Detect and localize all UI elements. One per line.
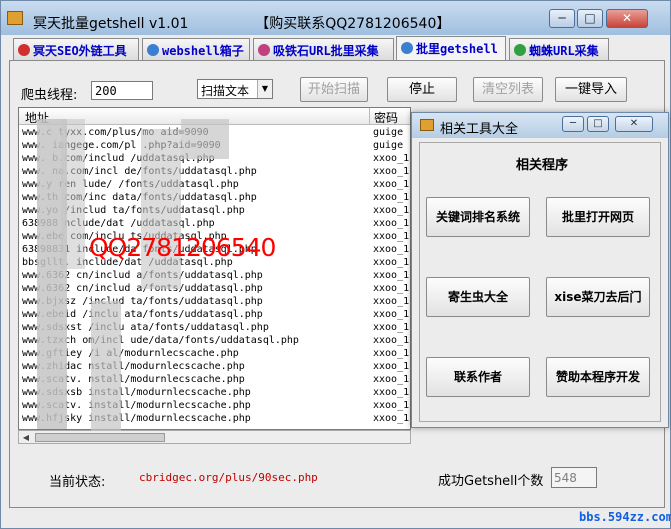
import-button[interactable]: 一键导入 (555, 77, 627, 102)
tools-popup-window: 相关工具大全 ─ □ ✕ 相关程序 关键词排名系统 批里打开网页 寄生虫大全 x… (411, 112, 669, 428)
main-window: 冥天批量getshell v1.01 【购买联系QQ2781206540】 ─ … (0, 0, 671, 529)
scroll-thumb[interactable] (35, 433, 165, 442)
qq-watermark: QQ2781206540 (89, 233, 276, 262)
row-password: xxoo_1 (373, 413, 410, 424)
tab-seo-links[interactable]: 冥天SEO外链工具 (13, 38, 139, 60)
tab-magnet-url[interactable]: 吸铁石URL批里采集 (253, 38, 394, 60)
status-url: cbridgec.org/plus/90sec.php (139, 471, 318, 484)
minimize-button[interactable]: ─ (549, 9, 575, 28)
clear-list-button[interactable]: 清空列表 (473, 77, 543, 102)
parasite-collection-button[interactable]: 寄生虫大全 (426, 277, 530, 317)
mode-select[interactable]: 扫描文本 ▼ (197, 79, 273, 99)
row-password: xxoo_1 (373, 322, 410, 333)
row-password: guige (373, 127, 404, 138)
table-row[interactable]: www.tzxch om/incl ude/data/fonts/uddatas… (19, 334, 410, 347)
window-title: 冥天批量getshell v1.01 【购买联系QQ2781206540】 (33, 13, 450, 33)
tab-label: 批里getshell (416, 42, 498, 56)
table-row[interactable]: www.zhidac nstall/modurnlecscache.php xxo… (19, 360, 410, 373)
getshell-count-field: 548 (551, 467, 597, 488)
tab-spider-url[interactable]: 蜘蛛URL采集 (509, 38, 609, 60)
blur-mask (91, 301, 121, 431)
table-row[interactable]: www.sdsxst /inclu ata/fonts/uddatasql.ph… (19, 321, 410, 334)
table-row[interactable]: www.ebeid /inclu ata/fonts/uddatasql.php… (19, 308, 410, 321)
site-watermark: bbs.594zz.com (579, 510, 671, 524)
popup-close-button[interactable]: ✕ (615, 116, 653, 132)
popup-title: 相关工具大全 (440, 122, 519, 137)
row-password: xxoo_1 (373, 335, 410, 346)
mode-select-value: 扫描文本 (201, 84, 250, 98)
popup-title-bar: 相关工具大全 ─ □ ✕ (412, 113, 668, 138)
tab-icon (258, 44, 270, 56)
popup-maximize-button[interactable]: □ (587, 116, 609, 132)
title-bar: 冥天批量getshell v1.01 【购买联系QQ2781206540】 ─ … (1, 1, 670, 35)
row-password: xxoo_1 (373, 361, 410, 372)
table-row[interactable]: www.scatv. nstall/modurnlecscache.php xxo… (19, 373, 410, 386)
row-password: xxoo_1 (373, 166, 410, 177)
row-password: xxoo_1 (373, 244, 410, 255)
table-row[interactable]: www.sdsxsb install/modurnlecscache.php xx… (19, 386, 410, 399)
keyword-ranking-button[interactable]: 关键词排名系统 (426, 197, 530, 237)
start-scan-button[interactable]: 开始扫描 (300, 77, 368, 102)
row-password: xxoo_1 (373, 231, 410, 242)
batch-open-pages-button[interactable]: 批里打开网页 (546, 197, 650, 237)
tab-icon (514, 44, 526, 56)
contact-text: 【购买联系QQ2781206540】 (255, 16, 451, 32)
row-password: xxoo_1 (373, 153, 410, 164)
row-password: xxoo_1 (373, 387, 410, 398)
xise-backdoor-remove-button[interactable]: xise菜刀去后门 (546, 277, 650, 317)
row-password: xxoo_1 (373, 348, 410, 359)
contact-author-button[interactable]: 联系作者 (426, 357, 530, 397)
row-password: xxoo_1 (373, 179, 410, 190)
blur-mask (61, 119, 85, 269)
status-label: 当前状态: (49, 475, 106, 490)
close-button[interactable]: ✕ (606, 9, 648, 28)
row-password: xxoo_1 (373, 400, 410, 411)
scroll-left-icon[interactable]: ◀ (20, 432, 32, 443)
column-header-password[interactable]: 密码 (374, 109, 398, 126)
tab-batch-getshell[interactable]: 批里getshell (396, 36, 506, 61)
table-row[interactable]: www.scatv. install/modurnlecscache.php xx… (19, 399, 410, 412)
tab-label: 蜘蛛URL采集 (529, 44, 599, 58)
table-row[interactable]: www.6362 cn/includ a/fonts/uddatasql.php… (19, 282, 410, 295)
column-divider[interactable] (369, 108, 370, 125)
table-row[interactable]: www.6362 cn/includ a/fonts/uddatasql.php… (19, 269, 410, 282)
app-icon (7, 11, 23, 25)
row-password: xxoo_1 (373, 296, 410, 307)
row-password: xxoo_1 (373, 283, 410, 294)
tab-icon (18, 44, 30, 56)
tab-label: 吸铁石URL批里采集 (273, 44, 379, 58)
getshell-count-label: 成功Getshell个数 (438, 474, 544, 489)
table-row[interactable]: www.bjxsz /includ ta/fonts/uddatasql.php… (19, 295, 410, 308)
threads-input[interactable]: 200 (91, 81, 153, 100)
tab-icon (147, 44, 159, 56)
row-password: xxoo_1 (373, 218, 410, 229)
app-title: 冥天批量getshell v1.01 (33, 16, 189, 32)
tab-label: webshell箱子 (162, 44, 244, 58)
tab-webshell-box[interactable]: webshell箱子 (142, 38, 250, 60)
maximize-button[interactable]: □ (577, 9, 603, 28)
row-password: xxoo_1 (373, 374, 410, 385)
sponsor-button[interactable]: 赞助本程序开发 (546, 357, 650, 397)
row-password: xxoo_1 (373, 257, 410, 268)
row-password: xxoo_1 (373, 205, 410, 216)
stop-button[interactable]: 停止 (387, 77, 457, 102)
blur-mask (181, 119, 229, 159)
blur-mask (141, 129, 181, 289)
table-row[interactable]: www.gftiey /i al/modurnlecscache.php xxoo… (19, 347, 410, 360)
row-password: xxoo_1 (373, 270, 410, 281)
horizontal-scrollbar[interactable]: ◀ (18, 430, 411, 444)
row-password: guige (373, 140, 404, 151)
row-password: xxoo_1 (373, 192, 410, 203)
crown-icon (420, 119, 434, 131)
table-row[interactable]: www.hfjsky install/modurnlecscache.php xx… (19, 412, 410, 425)
tab-icon (401, 42, 413, 54)
group-title: 相关程序 (516, 158, 569, 173)
row-password: xxoo_1 (373, 309, 410, 320)
threads-label: 爬虫线程: (21, 88, 78, 103)
tab-label: 冥天SEO外链工具 (33, 44, 127, 58)
chevron-down-icon: ▼ (257, 80, 272, 98)
popup-minimize-button[interactable]: ─ (562, 116, 584, 132)
